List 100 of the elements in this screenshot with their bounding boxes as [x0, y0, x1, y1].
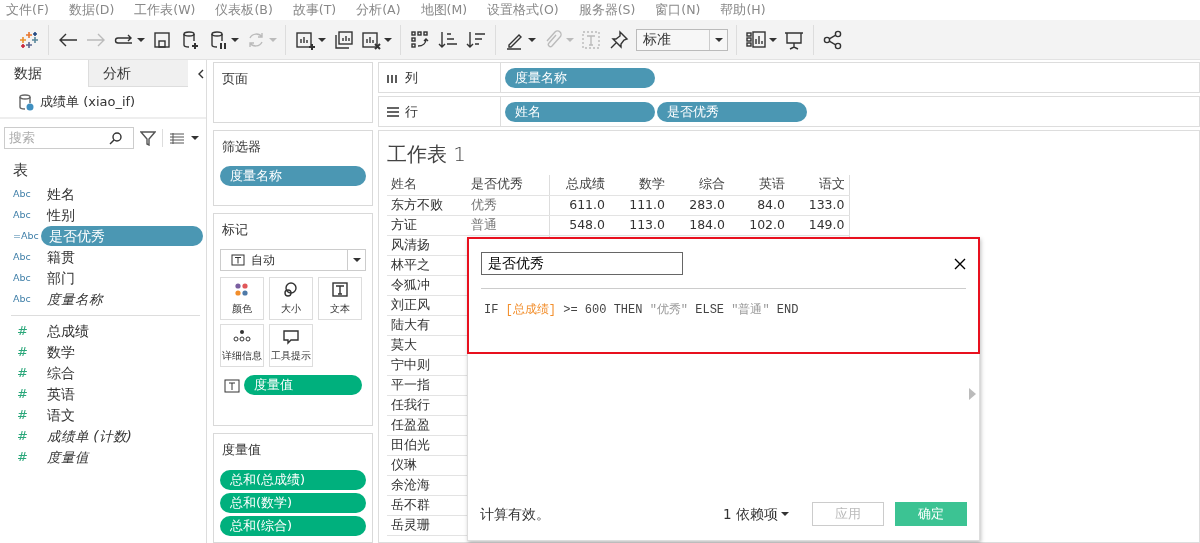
- caret-icon: [566, 36, 574, 43]
- field-type-label: =Abc: [13, 228, 40, 243]
- table-cell: 陆大有: [391, 316, 430, 332]
- zoom-select[interactable]: 标准: [636, 28, 728, 51]
- toolbar-button[interactable]: [608, 28, 630, 51]
- dropdown-value: 自动: [251, 252, 275, 270]
- caret-icon: [318, 36, 326, 43]
- mark-button[interactable]: 详细信息: [220, 324, 264, 368]
- toolbar-button[interactable]: [409, 28, 431, 51]
- share-icon: [822, 28, 844, 51]
- column-header: 英语: [759, 176, 785, 192]
- table-cell: 任我行: [391, 396, 430, 412]
- toolbar-button[interactable]: [745, 28, 777, 51]
- close-icon: [954, 257, 966, 270]
- toolbar-button[interactable]: [822, 28, 844, 51]
- field-type-label: #: [16, 427, 29, 446]
- column-header: 是否优秀: [471, 176, 523, 192]
- table-cell: 102.0: [749, 216, 785, 232]
- table-cell: 余沧海: [391, 476, 430, 492]
- field-item[interactable]: 总成绩: [41, 321, 95, 341]
- filter-icon: [140, 130, 156, 146]
- caret-icon: [191, 135, 199, 141]
- text-icon: [231, 254, 245, 267]
- field-type-label: Abc: [13, 291, 32, 306]
- mark-type-dropdown[interactable]: 自动: [220, 249, 366, 272]
- table-cell: 平一指: [391, 376, 430, 392]
- column-header: 总成绩: [566, 176, 605, 192]
- text-icon: [331, 281, 349, 298]
- card-title: 筛选器: [222, 137, 261, 156]
- table-cell: 岳灵珊: [391, 516, 430, 532]
- field-item[interactable]: 姓名: [41, 184, 81, 204]
- table-cell: 任盈盈: [391, 416, 430, 432]
- field-type-label: Abc: [13, 270, 32, 285]
- mark-button[interactable]: 颜色: [220, 277, 264, 321]
- menu-item[interactable]: 窗口(N): [655, 0, 701, 20]
- search-field[interactable]: 搜索: [4, 127, 134, 149]
- table-cell: 113.0: [629, 216, 665, 232]
- table-cell: 刘正风: [391, 296, 430, 312]
- table-cell: 184.0: [689, 216, 725, 232]
- field-item[interactable]: 籍贯: [41, 247, 81, 267]
- toolbar-button[interactable]: [332, 28, 354, 51]
- table-cell: 普通: [471, 216, 497, 232]
- field-item[interactable]: 英语: [41, 384, 81, 404]
- menu-item[interactable]: 仪表板(B): [215, 0, 273, 20]
- color-dots-icon: [233, 281, 251, 298]
- field-type-label: #: [16, 343, 29, 362]
- menu-item[interactable]: 故事(T): [292, 0, 337, 20]
- menu-item[interactable]: 帮助(H): [720, 0, 766, 20]
- field-item[interactable]: 性别: [41, 205, 81, 225]
- menu-item[interactable]: 工作表(W): [134, 0, 196, 20]
- sheet-title: 工作表 1: [387, 141, 467, 168]
- table-cell: 岳不群: [391, 496, 430, 512]
- field-item[interactable]: 语文: [41, 405, 81, 425]
- show-me-chart-icon: [745, 28, 767, 51]
- select-value: 标准: [643, 30, 671, 49]
- table-cell: 田伯光: [391, 436, 430, 452]
- column-header: 综合: [699, 176, 725, 192]
- table-cell: 风清扬: [391, 236, 430, 252]
- caret-icon: [269, 36, 277, 43]
- table-cell: 133.0: [808, 196, 845, 212]
- menu-item[interactable]: 分析(A): [356, 0, 401, 20]
- field-item[interactable]: 数学: [41, 342, 81, 362]
- list-view-icon: [169, 132, 185, 144]
- pin-icon: [608, 28, 630, 51]
- status-text: 计算有效。: [480, 504, 550, 524]
- caret-icon: [231, 36, 239, 43]
- field-item[interactable]: 综合: [41, 363, 81, 383]
- menu-item[interactable]: 设置格式(O): [487, 0, 559, 20]
- menu-item[interactable]: 服务器(S): [578, 0, 636, 20]
- field-type-label: Abc: [13, 249, 32, 264]
- close-button[interactable]: [954, 257, 966, 270]
- field-type-label: #: [16, 385, 29, 404]
- column-header: 姓名: [391, 176, 417, 192]
- field-type-label: Abc: [13, 207, 32, 222]
- field-item[interactable]: 成绩单 (计数): [41, 426, 138, 446]
- table-cell: 莫大: [391, 336, 417, 352]
- table-cell: 仪琳: [391, 456, 417, 472]
- dependencies-button[interactable]: 1 依赖项: [723, 503, 789, 525]
- field-item[interactable]: 度量名称: [41, 289, 109, 309]
- mark-button[interactable]: 大小: [269, 277, 313, 321]
- pane-tab[interactable]: 分析: [88, 60, 188, 87]
- caret-icon: [769, 36, 777, 43]
- caret-icon: [781, 511, 789, 517]
- caret-icon: [528, 36, 536, 43]
- menu-item[interactable]: 地图(M): [420, 0, 468, 20]
- tooltip-icon: [282, 328, 300, 345]
- database-icon: [18, 93, 34, 111]
- mark-button[interactable]: 文本: [318, 277, 362, 321]
- datasource-name[interactable]: 成绩单 (xiao_if): [40, 92, 136, 112]
- card-title: 度量值: [222, 441, 261, 459]
- menu-item[interactable]: 数据(D): [68, 0, 115, 20]
- table-cell: 方证: [391, 216, 417, 232]
- field-item[interactable]: 部门: [41, 268, 81, 288]
- calculation-name-field[interactable]: 是否优秀: [481, 252, 683, 275]
- mark-button[interactable]: 工具提示: [269, 324, 313, 368]
- menu-item[interactable]: 文件(F): [6, 0, 49, 20]
- field-type-label: #: [16, 448, 29, 467]
- field-type-label: #: [16, 364, 29, 383]
- field-item[interactable]: 度量值: [41, 447, 95, 467]
- formula-text[interactable]: IF [总成绩] >= 600 THEN "优秀" ELSE "普通" END: [469, 289, 814, 331]
